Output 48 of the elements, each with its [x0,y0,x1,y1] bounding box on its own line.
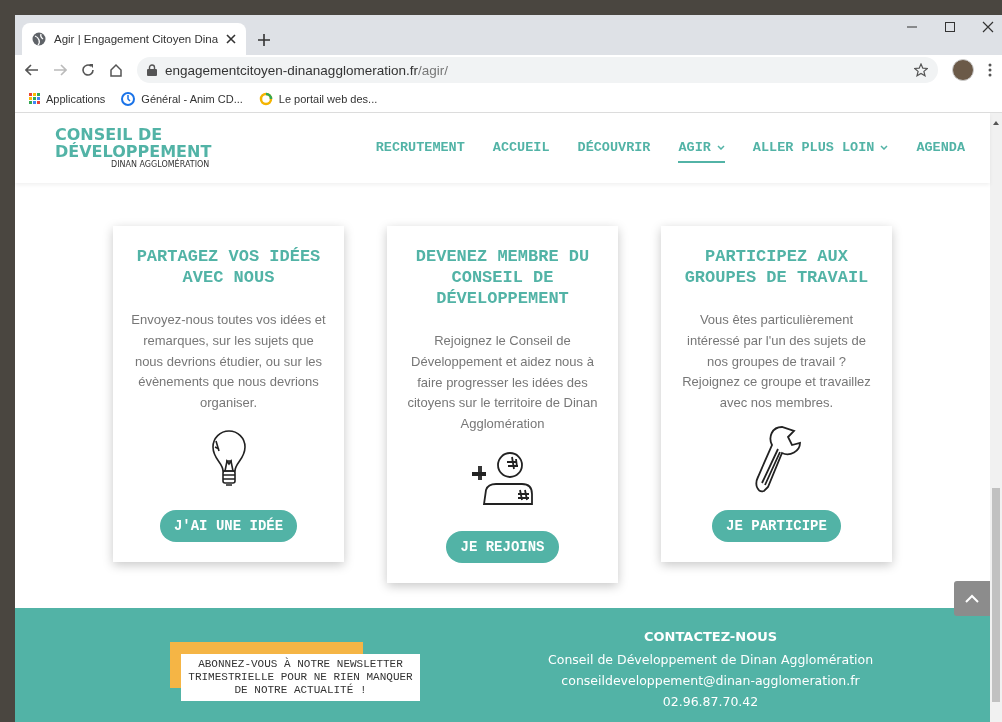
bookmark[interactable]: Général - Anim CD... [121,91,243,106]
back-icon[interactable] [25,64,39,76]
star-icon[interactable] [914,63,928,77]
address-bar[interactable]: engagementcitoyen-dinanagglomeration.fr/agir/ [137,57,938,83]
new-tab-icon[interactable] [258,34,271,46]
reload-icon[interactable] [81,63,95,77]
card-text: Vous êtes particulièrement intéressé par l'un des sujets de nos groupes de travail ? Rejoignez ce groupe et travaillez avec nos membres. [681,311,872,413]
contact-text: Conseil de Développement de Dinan Agglomération [548,651,874,669]
lock-icon [147,64,157,76]
card-button[interactable]: JE REJOINS [446,531,559,563]
bookmark[interactable]: Le portail web des... [258,91,378,106]
clock-icon [121,91,136,106]
close-icon[interactable] [982,21,994,33]
close-icon[interactable] [226,34,237,44]
tab-title: Agir | Engagement Citoyen Dina [54,33,219,45]
card-title: PARTICIPEZ AUX GROUPES DE TRAVAIL [683,246,870,288]
card-button[interactable]: JE PARTICIPE [712,510,841,542]
home-icon[interactable] [109,63,123,77]
globe-icon [32,32,46,46]
logo-text: DÉVELOPPEMENT [55,143,212,160]
contact-text: conseildeveloppement@dinan-agglomeration.fr [561,672,860,690]
card-title: DEVENEZ MEMBRE DU CONSEIL DE DÉVELOPPEMENT [414,246,591,309]
scrollbar-thumb[interactable] [992,488,1000,702]
card-text: Envoyez-nous toutes vos idées et remarques, sur les sujets que nous devrions étudier, ou sur les évènements que nous devrions organiser. [130,311,327,413]
card-title: PARTAGEZ VOS IDÉES AVEC NOUS [135,246,322,288]
logo-subtitle: DINAN AGGLOMÉRATION [111,160,210,170]
nav-link[interactable]: ACCUEIL [492,133,550,163]
nav-link[interactable]: AGIR [678,133,725,163]
maximize-icon[interactable] [944,21,956,33]
logo-text: CONSEIL DE [55,126,163,143]
avatar[interactable] [952,59,974,81]
menu-icon[interactable] [988,63,992,77]
browser-tab[interactable]: Agir | Engagement Citoyen Dina [22,23,247,55]
card-button[interactable]: J'AI UNE IDÉE [159,510,298,542]
contact-title: CONTACTEZ-NOUS [644,628,778,646]
nav-link[interactable]: DÉCOUVRIR [577,133,651,163]
contact-text: 02.96.87.70.42 [662,693,759,711]
nav-link[interactable]: ALLER PLUS LOIN [752,133,889,163]
ring-icon [258,91,273,106]
nav-link[interactable]: AGENDA [916,133,965,163]
apps-icon [29,93,40,104]
bookmark[interactable]: Applications [29,92,106,105]
card-text: Rejoignez le Conseil de Développement et aidez nous à faire progresser les idées des citoyens sur le territoire de Dinan Agglomération [406,332,599,434]
newsletter-box[interactable]: ABONNEZ-VOUS À NOTRE NEWSLETTER TRIMESTRIELLE POUR NE RIEN MANQUER DE NOTRE ACTUALITÉ ! [181,654,420,701]
back-to-top-button[interactable] [954,581,990,616]
nav-link[interactable]: RECRUTEMENT [375,133,465,163]
caret-up-icon [965,594,979,603]
scroll-up-icon[interactable] [990,119,1002,127]
